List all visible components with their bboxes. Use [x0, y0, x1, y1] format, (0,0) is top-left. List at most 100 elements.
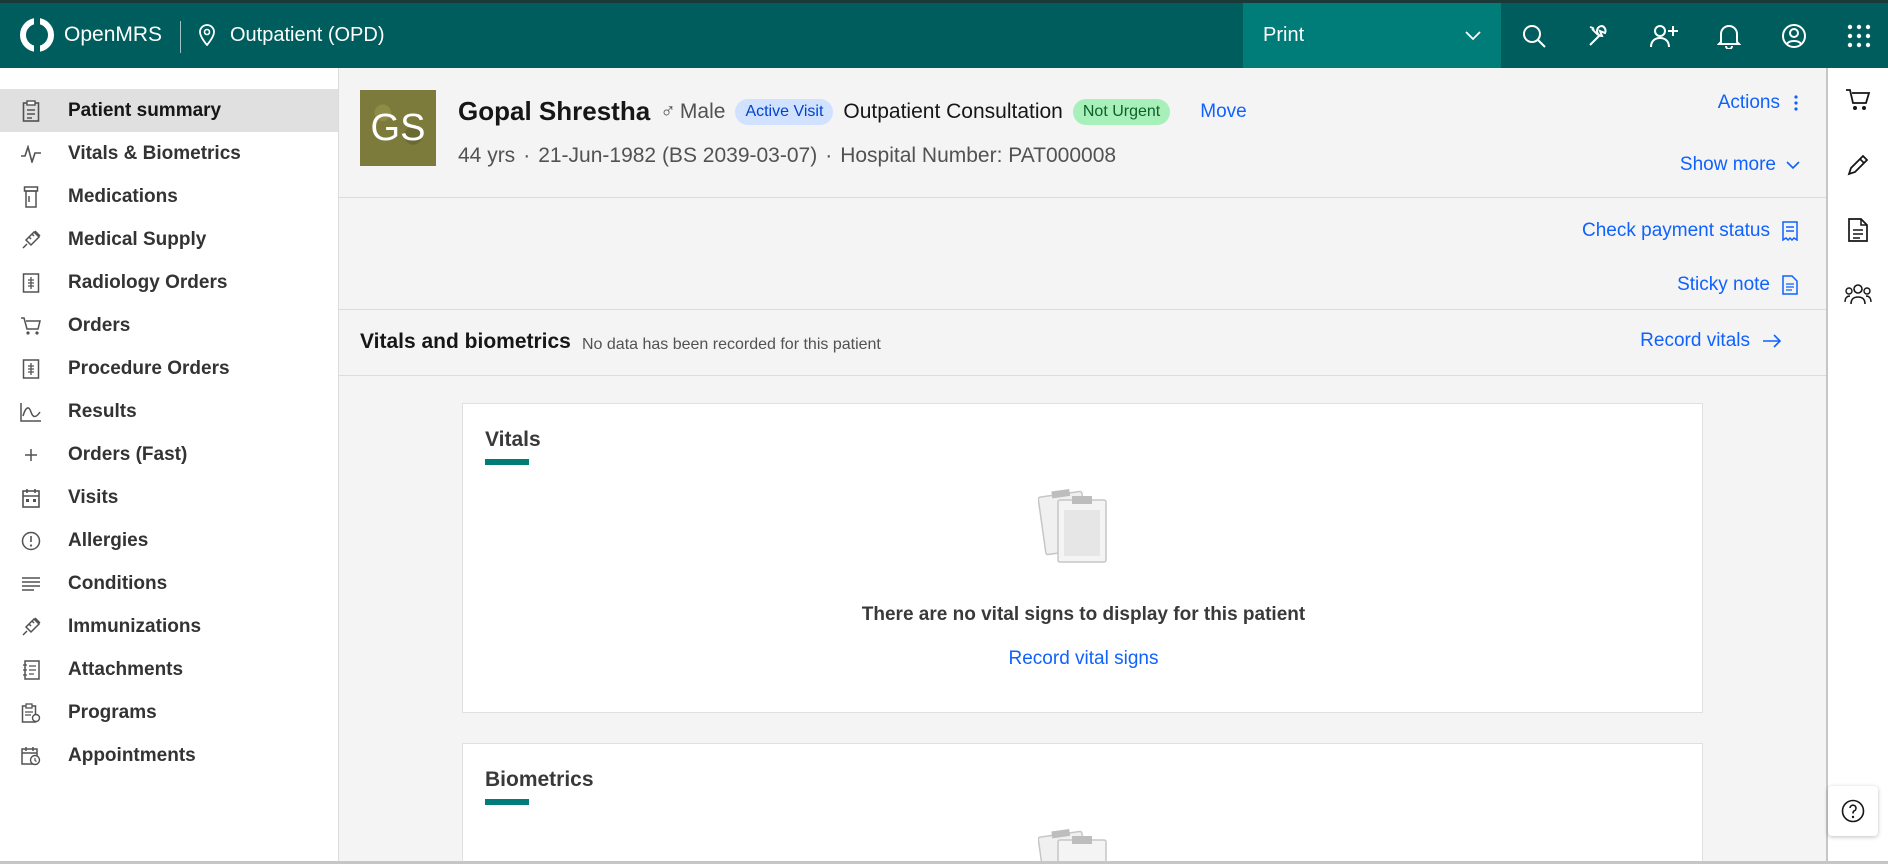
activity-icon — [14, 144, 48, 163]
brand[interactable]: OpenMRS — [20, 17, 162, 53]
patient-name-row: Gopal Shrestha ♂ Male Active Visit Outpa… — [458, 96, 1247, 127]
list-icon — [14, 576, 48, 592]
right-action-rail — [1826, 68, 1888, 864]
nav-item-label: Patient summary — [68, 99, 222, 121]
order-basket-button[interactable] — [1828, 75, 1888, 125]
notifications-button[interactable] — [1696, 3, 1761, 68]
calendar-clock-icon — [14, 746, 48, 766]
vitals-biometrics-header: Vitals and biometrics No data has been r… — [339, 310, 1826, 376]
help-button[interactable] — [1828, 786, 1878, 836]
nav-item-medications[interactable]: Medications — [0, 175, 338, 218]
report-icon — [14, 702, 48, 723]
nav-item-appointments[interactable]: Appointments — [0, 734, 338, 777]
openmrs-logo-icon — [20, 18, 54, 52]
syringe-icon — [14, 229, 48, 251]
nav-item-orders-fast[interactable]: Orders (Fast) — [0, 433, 338, 476]
card-title-underline — [485, 459, 529, 465]
check-payment-status-link[interactable]: Check payment status — [1582, 220, 1798, 242]
chevron-down-icon — [1465, 30, 1481, 40]
cart-icon — [14, 316, 48, 336]
chevron-down-icon — [1786, 160, 1800, 169]
record-vitals-button[interactable]: Record vitals — [1640, 330, 1782, 352]
patient-dob: 21-Jun-1982 (BS 2039-03-07) — [538, 144, 818, 167]
nav-item-programs[interactable]: Programs — [0, 691, 338, 734]
nav-item-label: Orders — [68, 314, 131, 336]
nav-item-procedure-orders[interactable]: Procedure Orders — [0, 347, 338, 390]
patient-lists-button[interactable] — [1828, 269, 1888, 319]
nav-item-label: Procedure Orders — [68, 357, 230, 379]
record-vital-signs-link[interactable]: Record vital signs — [463, 648, 1704, 670]
location-label: Outpatient (OPD) — [230, 23, 385, 46]
male-icon: ♂ — [660, 99, 676, 123]
nav-item-visits[interactable]: Visits — [0, 476, 338, 519]
tools-icon — [1588, 24, 1606, 46]
nav-item-patient-summary[interactable]: Patient summary — [0, 89, 338, 132]
hospital-number: Hospital Number: PAT000008 — [840, 144, 1117, 167]
nav-item-vitals-biometrics[interactable]: Vitals & Biometrics — [0, 132, 338, 175]
empty-clipboard-icon — [1038, 828, 1107, 864]
priority-tag: Not Urgent — [1072, 98, 1171, 125]
pen-icon — [1847, 154, 1869, 176]
add-patient-button[interactable] — [1631, 3, 1696, 68]
user-avatar-icon — [1781, 23, 1806, 48]
left-nav: Patient summary Vitals & Biometrics Medi… — [0, 68, 339, 864]
nav-item-radiology-orders[interactable]: Radiology Orders — [0, 261, 338, 304]
empty-clipboard-icon — [1038, 488, 1107, 563]
card-title: Biometrics — [485, 768, 594, 791]
visit-type: Outpatient Consultation — [843, 99, 1063, 123]
nav-item-label: Attachments — [68, 658, 184, 680]
nav-item-label: Results — [68, 400, 137, 422]
overflow-menu-icon — [1794, 95, 1798, 111]
location-pin-icon — [199, 24, 215, 46]
nav-item-label: Medications — [68, 185, 178, 207]
visit-note-button[interactable] — [1828, 140, 1888, 190]
attachment-icon — [14, 659, 48, 680]
nav-item-label: Programs — [68, 701, 157, 723]
nav-item-label: Appointments — [68, 744, 196, 766]
print-label: Print — [1263, 24, 1305, 46]
nav-item-attachments[interactable]: Attachments — [0, 648, 338, 691]
location-selector[interactable]: Outpatient (OPD) — [198, 17, 385, 53]
ledger-icon — [14, 272, 48, 293]
pill-bottle-icon — [14, 185, 48, 208]
nav-item-label: Visits — [68, 486, 119, 508]
nav-item-results[interactable]: Results — [0, 390, 338, 433]
cart-icon — [1846, 89, 1871, 110]
nav-item-label: Conditions — [68, 572, 168, 594]
warning-circle-icon — [14, 531, 48, 551]
search-icon — [1522, 24, 1546, 48]
show-more-button[interactable]: Show more — [1680, 154, 1800, 176]
print-dropdown[interactable]: Print — [1243, 3, 1501, 68]
document-icon — [1848, 218, 1868, 242]
nav-item-conditions[interactable]: Conditions — [0, 562, 338, 605]
nav-item-label: Immunizations — [68, 615, 202, 637]
patient-gender: ♂ Male — [660, 99, 726, 123]
search-button[interactable] — [1501, 3, 1566, 68]
nav-item-medical-supply[interactable]: Medical Supply — [0, 218, 338, 261]
system-admin-button[interactable] — [1566, 3, 1631, 68]
document-icon — [1782, 275, 1798, 295]
nav-item-orders[interactable]: Orders — [0, 304, 338, 347]
app-name: OpenMRS — [64, 23, 163, 46]
actions-menu-button[interactable]: Actions — [1718, 92, 1798, 114]
app-switcher-button[interactable] — [1826, 3, 1888, 68]
bell-icon — [1716, 24, 1741, 49]
sticky-note-link[interactable]: Sticky note — [1677, 274, 1798, 296]
nav-item-immunizations[interactable]: Immunizations — [0, 605, 338, 648]
patient-banner: GS Gopal Shrestha ♂ Male Active Visit Ou… — [339, 68, 1826, 198]
nav-item-allergies[interactable]: Allergies — [0, 519, 338, 562]
user-menu-button[interactable] — [1761, 3, 1826, 68]
forms-button[interactable] — [1828, 205, 1888, 255]
calendar-icon — [14, 488, 48, 508]
help-icon — [1841, 799, 1865, 823]
top-header: OpenMRS Outpatient (OPD) Print — [0, 0, 1888, 68]
biometrics-card: Biometrics — [462, 743, 1703, 864]
move-button[interactable]: Move — [1200, 101, 1246, 123]
vitals-card: Vitals There are no vital signs to displ… — [462, 403, 1703, 713]
patient-avatar: GS — [360, 90, 436, 166]
receipt-icon — [1782, 221, 1798, 241]
plus-icon — [14, 448, 48, 462]
add-patient-icon — [1649, 24, 1678, 47]
nav-item-label: Allergies — [68, 529, 149, 551]
patient-name: Gopal Shrestha — [458, 96, 651, 126]
